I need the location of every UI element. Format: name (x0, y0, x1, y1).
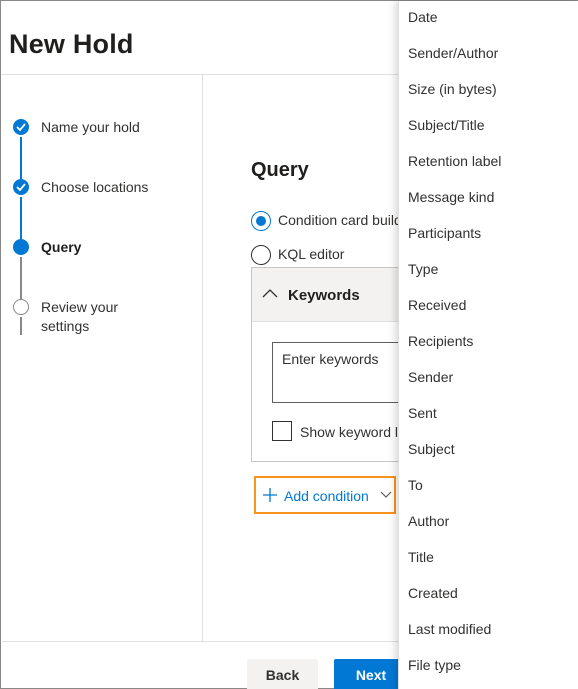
chevron-up-icon[interactable] (262, 288, 278, 298)
dropdown-item-message-kind[interactable]: Message kind (399, 179, 578, 215)
radio-label: KQL editor (278, 246, 345, 262)
dropdown-item-type[interactable]: Type (399, 251, 578, 287)
step-current-icon (13, 239, 29, 255)
step-connector (20, 197, 22, 239)
step-query[interactable]: Query (41, 238, 81, 257)
dropdown-item-sender[interactable]: Sender (399, 359, 578, 395)
dropdown-item-last-modified[interactable]: Last modified (399, 611, 578, 647)
keywords-input[interactable]: Enter keywords (272, 342, 412, 403)
dropdown-item-subject-title[interactable]: Subject/Title (399, 107, 578, 143)
plus-icon (263, 488, 277, 502)
step-complete-icon (13, 179, 29, 195)
page-title: New Hold (9, 29, 134, 59)
step-connector (20, 257, 22, 299)
dropdown-item-to[interactable]: To (399, 467, 578, 503)
dropdown-item-recipients[interactable]: Recipients (399, 323, 578, 359)
dropdown-item-retention-label[interactable]: Retention label (399, 143, 578, 179)
dropdown-item-title[interactable]: Title (399, 539, 578, 575)
radio-label: Condition card build (278, 212, 402, 228)
dropdown-item-author[interactable]: Author (399, 503, 578, 539)
nav-divider (202, 75, 203, 641)
step-complete-icon (13, 119, 29, 135)
dropdown-item-sent[interactable]: Sent (399, 395, 578, 431)
dropdown-item-sender-author[interactable]: Sender/Author (399, 35, 578, 71)
dropdown-item-received[interactable]: Received (399, 287, 578, 323)
dropdown-item-size[interactable]: Size (in bytes) (399, 71, 578, 107)
card-title: Keywords (288, 287, 360, 304)
card-header[interactable]: Keywords (252, 268, 410, 322)
checkbox-label: Show keyword li (300, 424, 402, 440)
radio-button[interactable] (251, 211, 271, 231)
step-review-settings[interactable]: Review your settings (41, 298, 118, 336)
step-choose-locations[interactable]: Choose locations (41, 178, 148, 197)
keywords-placeholder: Enter keywords (282, 351, 379, 367)
add-condition-button[interactable]: Add condition (254, 476, 396, 514)
dropdown-item-created[interactable]: Created (399, 575, 578, 611)
dropdown-item-date[interactable]: Date (399, 1, 578, 35)
step-connector (20, 137, 22, 179)
hold-wizard-panel: New Hold Name your hold Choose locations… (0, 0, 578, 689)
show-keyword-list-checkbox[interactable] (272, 421, 292, 441)
section-title: Query (251, 159, 309, 181)
dropdown-item-subject[interactable]: Subject (399, 431, 578, 467)
step-label-line: Review your (41, 299, 119, 315)
step-name-your-hold[interactable]: Name your hold (41, 118, 140, 137)
dropdown-item-participants[interactable]: Participants (399, 215, 578, 251)
chevron-down-icon (380, 491, 392, 498)
step-connector (20, 317, 22, 335)
step-pending-icon (13, 299, 29, 315)
dropdown-item-file-type[interactable]: File type (399, 647, 578, 683)
radio-button[interactable] (251, 245, 271, 265)
next-button[interactable]: Next (334, 659, 408, 689)
step-label-line: settings (41, 318, 90, 334)
condition-dropdown-menu: Date Sender/Author Size (in bytes) Subje… (398, 1, 578, 689)
back-button[interactable]: Back (247, 659, 318, 689)
keywords-condition-card: Keywords Enter keywords Show keyword li (251, 267, 412, 462)
add-condition-label: Add condition (284, 488, 369, 504)
